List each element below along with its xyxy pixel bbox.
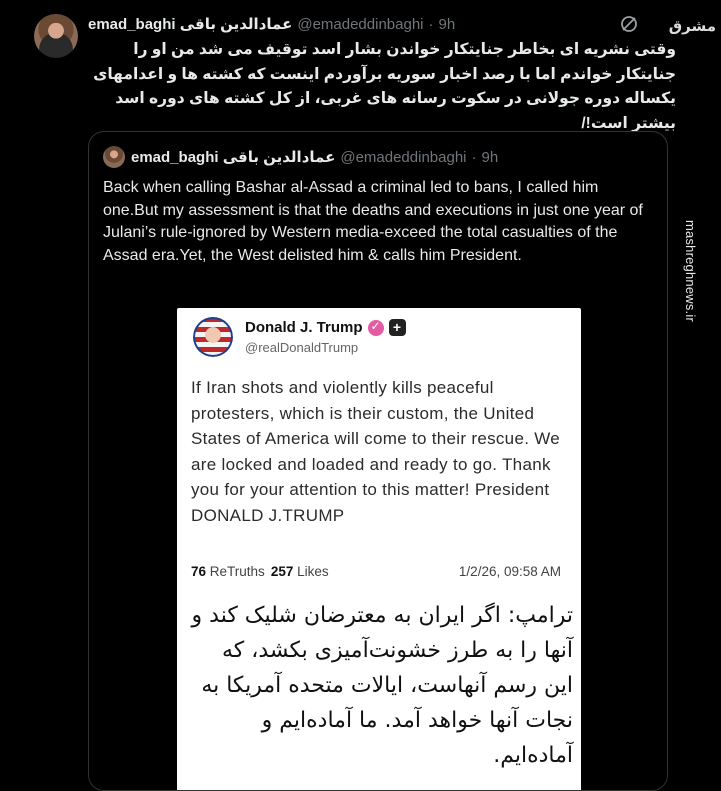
embedded-image[interactable]: Donald J. Trump + @realDonaldTrump If Ir… [177, 308, 581, 790]
likes-count: 257 [270, 564, 294, 579]
watermark-logo: مشرق [668, 18, 716, 35]
author-handle[interactable]: @emadeddinbaghi [297, 16, 423, 33]
tweet-time[interactable]: 9h [439, 16, 456, 33]
tweet-header: emad_baghi عمادالدین باقی @emadeddinbagh… [88, 14, 455, 34]
watermark-url: mashreghnews.ir [683, 220, 698, 322]
plus-badge-icon: + [388, 319, 406, 336]
verified-badge-icon [367, 319, 384, 336]
quoted-tweet[interactable]: emad_baghi عمادالدین باقی @emadeddinbagh… [88, 131, 668, 791]
watermark: مشرق mashreghnews.ir [668, 10, 716, 782]
grok-icon[interactable] [620, 15, 638, 33]
truth-post-text: If Iran shots and violently kills peacef… [191, 378, 561, 525]
truth-author-name: Donald J. Trump [245, 319, 363, 336]
tweet-text: وقتی نشریه ای بخاطر جنایتکار خواندن بشار… [93, 41, 676, 132]
quoted-tweet-time[interactable]: 9h [482, 149, 499, 166]
persian-translation: ترامپ: اگر ایران به معترضان شلیک کند و آ… [191, 603, 573, 768]
quoted-author-avatar[interactable] [103, 146, 125, 168]
quoted-author-handle[interactable]: @emadeddinbaghi [340, 149, 466, 166]
truth-date: 1/2/26, 09:58 AM [458, 564, 561, 579]
retruths-label: ReTruths [209, 564, 265, 579]
truth-author-row: Donald J. Trump + [245, 319, 406, 336]
header-separator: · [428, 15, 434, 33]
quoted-author-name[interactable]: emad_baghi عمادالدین باقی [131, 148, 335, 166]
quoted-tweet-header: emad_baghi عمادالدین باقی @emadeddinbagh… [131, 148, 499, 167]
author-avatar[interactable] [34, 14, 78, 58]
quoted-tweet-text: Back when calling Bashar al-Assad a crim… [103, 179, 643, 264]
truth-avatar [193, 317, 233, 357]
truth-stats: 76 ReTruths 257 Likes [191, 564, 329, 579]
truth-author-handle: @realDonaldTrump [245, 340, 359, 355]
quoted-header-separator: · [471, 148, 477, 166]
retruths-count: 76 [191, 564, 207, 579]
author-name[interactable]: emad_baghi عمادالدین باقی [88, 15, 292, 33]
likes-label: Likes [297, 564, 329, 579]
tweet: emad_baghi عمادالدین باقی @emadeddinbagh… [0, 0, 721, 791]
